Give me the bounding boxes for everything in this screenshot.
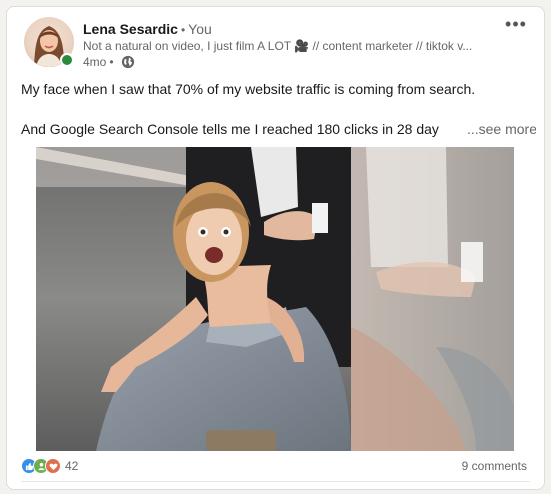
reactions-summary[interactable]: 42 bbox=[21, 458, 78, 474]
author-headline: Not a natural on video, I just film A LO… bbox=[83, 39, 473, 53]
author-name[interactable]: Lena Sesardic bbox=[83, 21, 178, 37]
post-image[interactable] bbox=[36, 147, 514, 451]
meta-separator: • bbox=[109, 55, 114, 69]
reaction-count: 42 bbox=[65, 459, 79, 473]
post-text-line: My face when I saw that 70% of my websit… bbox=[21, 81, 476, 97]
comments-count-link[interactable]: 9 comments bbox=[462, 458, 527, 474]
post-meta: 4mo • bbox=[83, 54, 135, 70]
author-name-row: Lena Sesardic • You bbox=[83, 20, 212, 39]
post-time: 4mo bbox=[83, 55, 107, 69]
globe-icon bbox=[121, 55, 135, 69]
feed-post-card: Lena Sesardic • You Not a natural on video… bbox=[6, 6, 545, 490]
social-divider bbox=[21, 481, 530, 482]
name-separator: • bbox=[180, 23, 186, 37]
author-avatar[interactable] bbox=[24, 17, 74, 67]
love-icon bbox=[45, 458, 61, 474]
connection-degree: You bbox=[188, 21, 212, 37]
see-more-link[interactable]: ...see more bbox=[460, 119, 536, 139]
post-options-button[interactable]: ••• bbox=[502, 15, 530, 35]
post-text-line: And Google Search Console tells me I rea… bbox=[21, 119, 536, 139]
post-photo-icon bbox=[36, 147, 514, 451]
post-text-line-content: And Google Search Console tells me I rea… bbox=[21, 121, 439, 137]
online-status-dot bbox=[60, 53, 74, 67]
post-body: My face when I saw that 70% of my websit… bbox=[21, 79, 536, 139]
